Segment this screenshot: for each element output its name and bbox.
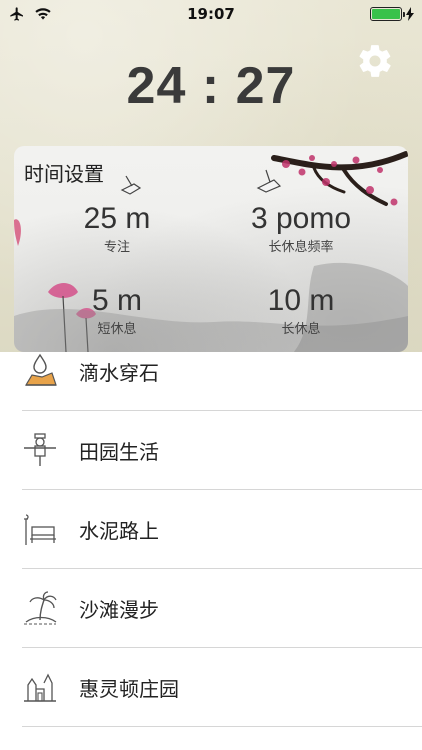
long-break-frequency-value: 3 pomo — [250, 202, 352, 235]
short-break-setting[interactable]: 5 m 短休息 — [42, 284, 192, 337]
scene-list: 滴水穿石 田园生活 水泥路上 沙滩漫步 惠灵顿庄园 — [0, 352, 422, 750]
status-bar: 19:07 — [0, 0, 422, 28]
list-item-label: 田园生活 — [79, 439, 159, 464]
battery-icon — [370, 7, 405, 21]
focus-label: 专注 — [103, 240, 130, 255]
focus-value: 25 m — [83, 202, 151, 235]
app-screen: 19:07 24 : 27 时间设置 25 m 专注 3 pomo 长休息频率 … — [0, 0, 422, 750]
palm-island-icon — [24, 591, 57, 625]
focus-setting[interactable]: 25 m 专注 — [42, 202, 192, 255]
timer-display: 24 : 27 — [126, 57, 296, 115]
list-item-label: 滴水穿石 — [79, 360, 159, 385]
bench-lamp-icon — [24, 514, 56, 545]
long-break-frequency-label: 长休息频率 — [268, 240, 334, 255]
list-item[interactable]: 惠灵顿庄园 — [22, 648, 422, 727]
long-break-frequency-setting[interactable]: 3 pomo 长休息频率 — [226, 202, 376, 255]
castle-icon — [24, 673, 56, 702]
list-item[interactable]: 水泥路上 — [22, 490, 422, 569]
list-item[interactable]: 滴水穿石 — [22, 332, 422, 411]
list-item-label: 惠灵顿庄园 — [79, 676, 179, 701]
long-break-value: 10 m — [267, 284, 335, 317]
scarecrow-icon — [24, 433, 56, 466]
long-break-setting[interactable]: 10 m 长休息 — [226, 284, 376, 337]
time-settings-title: 时间设置 — [24, 162, 104, 186]
short-break-value: 5 m — [91, 284, 142, 317]
water-drop-stone-icon — [24, 353, 57, 386]
time-settings-card: 时间设置 25 m 专注 3 pomo 长休息频率 5 m 短休息 10 m 长… — [14, 146, 408, 352]
list-item[interactable]: 沙滩漫步 — [22, 569, 422, 648]
list-item-label: 水泥路上 — [79, 518, 159, 543]
status-time: 19:07 — [187, 5, 235, 23]
list-item[interactable]: 田园生活 — [22, 411, 422, 490]
battery-fill — [372, 9, 400, 19]
list-item-label: 沙滩漫步 — [79, 597, 159, 622]
